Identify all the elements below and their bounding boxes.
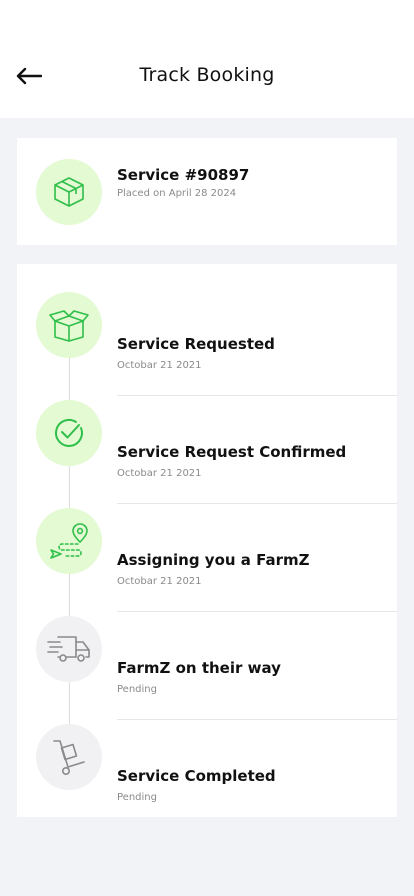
step-icon-circle <box>36 292 102 358</box>
step-request-confirmed: Service Request Confirmed Octobar 21 202… <box>17 400 397 508</box>
delivery-truck-icon <box>47 636 90 662</box>
route-pin-icon <box>50 523 88 559</box>
hand-truck-icon <box>53 740 85 775</box>
step-icon-circle <box>36 508 102 574</box>
step-assigning-farmz: Assigning you a FarmZ Octobar 21 2021 <box>17 508 397 616</box>
step-title: Service Request Confirmed <box>117 443 347 461</box>
check-circle-icon <box>55 419 83 447</box>
step-date: Octobar 21 2021 <box>117 360 202 371</box>
divider <box>117 611 397 612</box>
step-date: Octobar 21 2021 <box>117 468 202 479</box>
step-date: Octobar 21 2021 <box>117 576 202 587</box>
step-icon-circle <box>36 400 102 466</box>
divider <box>117 719 397 720</box>
divider <box>117 503 397 504</box>
step-icon-circle <box>36 724 102 790</box>
step-title: Service Requested <box>117 335 275 353</box>
step-date: Pending <box>117 684 157 695</box>
placed-on-date: Placed on April 28 2024 <box>117 188 237 199</box>
booking-summary-card: Service #90897 Placed on April 28 2024 <box>17 138 397 245</box>
step-service-completed: Service Completed Pending <box>17 724 397 832</box>
tracking-steps-card: Service Requested Octobar 21 2021 Servic… <box>17 264 397 817</box>
page-title: Track Booking <box>139 64 275 86</box>
step-service-requested: Service Requested Octobar 21 2021 <box>17 292 397 400</box>
open-box-icon <box>49 310 89 342</box>
box-icon <box>54 177 84 207</box>
step-date: Pending <box>117 792 157 803</box>
step-title: Assigning you a FarmZ <box>117 551 310 569</box>
divider <box>117 395 397 396</box>
service-number: Service #90897 <box>117 166 250 184</box>
step-title: FarmZ on their way <box>117 659 281 677</box>
step-farmz-on-way: FarmZ on their way Pending <box>17 616 397 724</box>
app-header: Track Booking <box>0 0 414 118</box>
step-title: Service Completed <box>117 767 276 785</box>
summary-icon-circle <box>36 159 102 225</box>
step-icon-circle <box>36 616 102 682</box>
